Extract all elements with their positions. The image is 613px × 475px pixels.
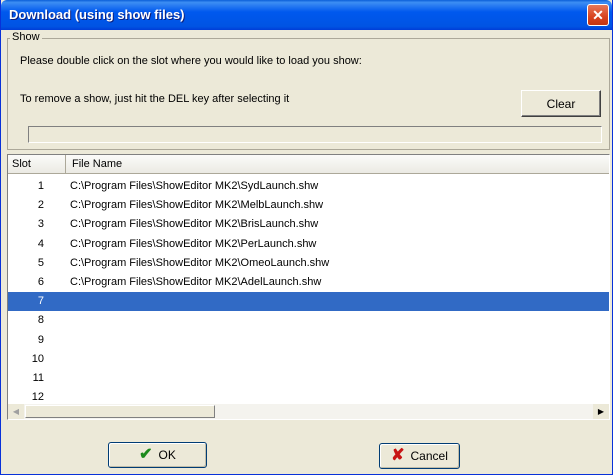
column-header-slot[interactable]: Slot: [8, 155, 66, 174]
table-row[interactable]: 10: [8, 350, 609, 369]
table-row[interactable]: 1 C:\Program Files\ShowEditor MK2\SydLaun…: [8, 177, 609, 196]
clear-button[interactable]: Clear: [521, 90, 601, 117]
ok-button[interactable]: ✔ OK: [108, 442, 207, 468]
table-row[interactable]: 2 C:\Program Files\ShowEditor MK2\MelbLau…: [8, 196, 609, 215]
remove-instruction: To remove a show, just hit the DEL key a…: [20, 93, 290, 105]
cancel-button[interactable]: ✘ Cancel: [379, 443, 460, 469]
table-row[interactable]: 3 C:\Program Files\ShowEditor MK2\BrisLau…: [8, 215, 609, 234]
table-row[interactable]: 5 C:\Program Files\ShowEditor MK2\OmeoLau…: [8, 254, 609, 273]
title-bar[interactable]: Download (using show files) ✕: [1, 0, 612, 30]
scrollbar-thumb[interactable]: [25, 405, 215, 418]
window-title: Download (using show files): [9, 7, 185, 22]
slot-number: 10: [31, 352, 44, 365]
table-row[interactable]: 8: [8, 311, 609, 330]
show-group-legend: Show: [10, 31, 42, 43]
scroll-right-arrow-icon[interactable]: ▶: [593, 404, 609, 419]
slot-list[interactable]: Slot File Name 1 C:\Program Files\ShowEdi…: [7, 154, 610, 420]
file-name: C:\Program Files\ShowEditor MK2\OmeoLaun…: [70, 256, 330, 269]
ok-label: OK: [158, 448, 176, 462]
x-icon: ✘: [391, 447, 405, 464]
slot-number: 8: [37, 314, 44, 327]
cancel-label: Cancel: [410, 449, 448, 463]
download-dialog: Download (using show files) ✕ Show Pleas…: [0, 0, 613, 475]
slot-number: 2: [37, 199, 44, 212]
slot-number: 7: [37, 295, 44, 308]
file-name: C:\Program Files\ShowEditor MK2\PerLaunc…: [70, 237, 317, 250]
close-button[interactable]: ✕: [587, 4, 609, 26]
scroll-left-arrow-icon[interactable]: ◀: [8, 404, 24, 419]
checkmark-icon: ✔: [139, 446, 153, 463]
file-name: C:\Program Files\ShowEditor MK2\MelbLaun…: [70, 199, 324, 212]
slot-number: 3: [37, 218, 44, 231]
table-row[interactable]: 6 C:\Program Files\ShowEditor MK2\AdelLau…: [8, 273, 609, 292]
close-icon: ✕: [592, 7, 604, 23]
slot-number: 4: [37, 237, 44, 250]
file-name: C:\Program Files\ShowEditor MK2\SydLaunc…: [70, 180, 319, 192]
slot-number: 12: [31, 391, 44, 404]
load-instruction: Please double click on the slot where yo…: [20, 55, 362, 67]
table-row[interactable]: 4 C:\Program Files\ShowEditor MK2\PerLaun…: [8, 235, 609, 254]
slot-number: 9: [37, 333, 44, 346]
table-row[interactable]: 7: [8, 292, 609, 312]
slot-number: 1: [37, 180, 44, 192]
file-name: C:\Program Files\ShowEditor MK2\AdelLaun…: [70, 276, 322, 288]
slot-number: 11: [32, 372, 44, 384]
list-header: Slot File Name: [8, 155, 609, 174]
file-name: C:\Program Files\ShowEditor MK2\BrisLaun…: [70, 218, 319, 231]
horizontal-scrollbar[interactable]: ◀ ▶: [8, 404, 609, 419]
slot-number: 5: [37, 256, 44, 269]
slot-number: 6: [37, 276, 44, 288]
progress-bar: [28, 126, 602, 143]
table-row[interactable]: 11: [8, 369, 609, 388]
table-row[interactable]: 9: [8, 331, 609, 350]
column-header-file-name[interactable]: File Name: [66, 155, 609, 174]
